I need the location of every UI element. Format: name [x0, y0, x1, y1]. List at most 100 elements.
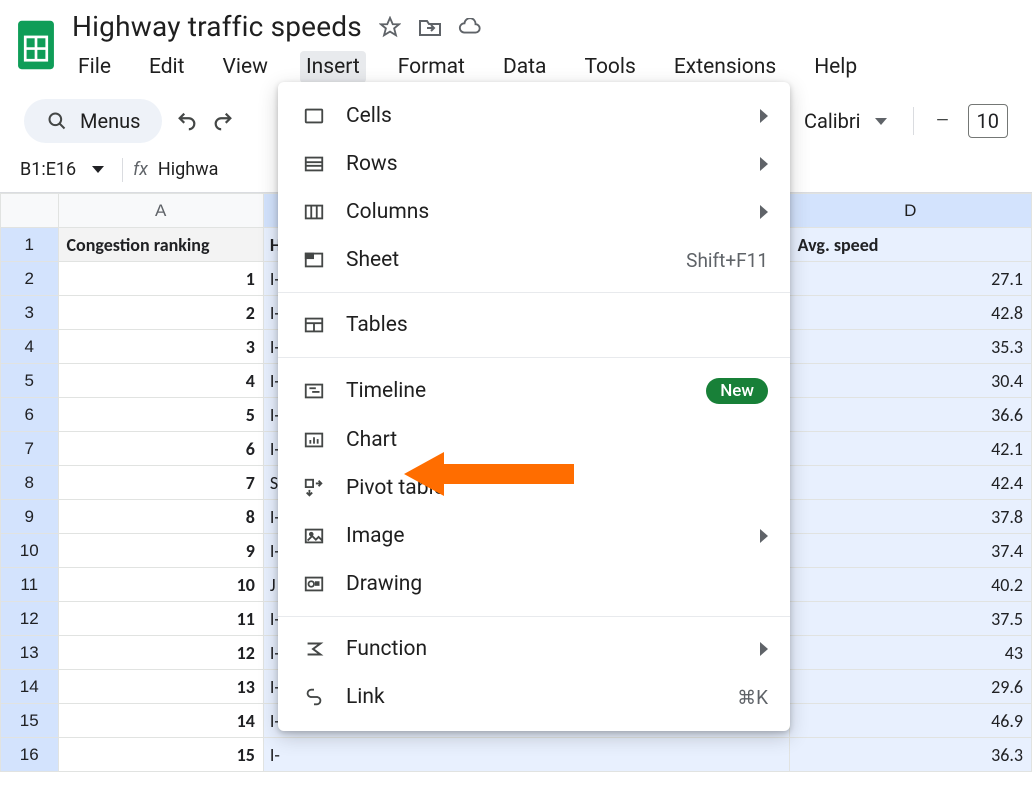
cell[interactable]: 35.3: [789, 330, 1031, 364]
row-header[interactable]: 1: [1, 228, 59, 262]
cell[interactable]: 40.2: [789, 568, 1031, 602]
cell[interactable]: 1: [58, 262, 263, 296]
cell[interactable]: 9: [58, 534, 263, 568]
cell[interactable]: 14: [58, 704, 263, 738]
row-header[interactable]: 12: [1, 602, 59, 636]
cell[interactable]: 43: [789, 636, 1031, 670]
cell[interactable]: 42.8: [789, 296, 1031, 330]
cell[interactable]: I-: [263, 738, 789, 772]
new-badge: New: [706, 378, 768, 404]
menu-item-chart[interactable]: Chart: [278, 416, 790, 464]
doc-title[interactable]: Highway traffic speeds: [72, 10, 362, 43]
menu-item-timeline[interactable]: TimelineNew: [278, 366, 790, 416]
menu-shortcut: ⌘K: [737, 686, 768, 709]
cell[interactable]: Congestion ranking: [58, 228, 263, 262]
chevron-right-icon: [760, 157, 768, 171]
menu-format[interactable]: Format: [392, 51, 471, 83]
chart-icon: [300, 428, 328, 452]
redo-icon[interactable]: [212, 110, 234, 132]
cell[interactable]: 29.6: [789, 670, 1031, 704]
cell[interactable]: 13: [58, 670, 263, 704]
row-header[interactable]: 13: [1, 636, 59, 670]
menu-help[interactable]: Help: [808, 51, 863, 83]
star-icon[interactable]: [378, 15, 402, 39]
cell[interactable]: 7: [58, 466, 263, 500]
menu-item-tables[interactable]: Tables: [278, 301, 790, 349]
cloud-status-icon[interactable]: [458, 15, 482, 39]
cell[interactable]: 27.1: [789, 262, 1031, 296]
menus-search[interactable]: Menus: [24, 99, 162, 143]
row-header[interactable]: 16: [1, 738, 59, 772]
cell[interactable]: 42.1: [789, 432, 1031, 466]
menu-tools[interactable]: Tools: [578, 51, 641, 83]
menu-item-image[interactable]: Image: [278, 512, 790, 560]
menu-divider: [278, 616, 790, 617]
menu-item-sheet[interactable]: SheetShift+F11: [278, 236, 790, 284]
menu-edit[interactable]: Edit: [143, 51, 191, 83]
formula-bar-content[interactable]: Highwa: [158, 159, 219, 180]
row-header[interactable]: 5: [1, 364, 59, 398]
row-header[interactable]: 7: [1, 432, 59, 466]
font-family-select[interactable]: Calibri: [796, 105, 895, 137]
menu-item-drawing[interactable]: Drawing: [278, 560, 790, 608]
cell[interactable]: 36.6: [789, 398, 1031, 432]
columns-icon: [300, 200, 328, 224]
menu-item-rows[interactable]: Rows: [278, 140, 790, 188]
cell[interactable]: 46.9: [789, 704, 1031, 738]
menu-item-function[interactable]: Function: [278, 625, 790, 673]
row-header[interactable]: 8: [1, 466, 59, 500]
menu-insert[interactable]: Insert: [300, 51, 366, 83]
cell[interactable]: 6: [58, 432, 263, 466]
row-header[interactable]: 10: [1, 534, 59, 568]
row-header[interactable]: 3: [1, 296, 59, 330]
cell[interactable]: 36.3: [789, 738, 1031, 772]
font-size-input[interactable]: 10: [968, 104, 1008, 138]
row-header[interactable]: 4: [1, 330, 59, 364]
menu-divider: [278, 357, 790, 358]
row-header[interactable]: 14: [1, 670, 59, 704]
menu-data[interactable]: Data: [497, 51, 553, 83]
cell[interactable]: 30.4: [789, 364, 1031, 398]
cell[interactable]: 12: [58, 636, 263, 670]
menu-item-link[interactable]: Link⌘K: [278, 673, 790, 721]
row-header[interactable]: 11: [1, 568, 59, 602]
pivot-icon: [300, 476, 328, 500]
sheets-logo[interactable]: [14, 16, 58, 74]
col-header-A[interactable]: A: [58, 194, 263, 228]
menu-item-label: Tables: [346, 313, 768, 337]
menu-item-cells[interactable]: Cells: [278, 92, 790, 140]
row-header[interactable]: 9: [1, 500, 59, 534]
cell[interactable]: 4: [58, 364, 263, 398]
row-header[interactable]: 15: [1, 704, 59, 738]
menu-extensions[interactable]: Extensions: [668, 51, 782, 83]
cell[interactable]: 2: [58, 296, 263, 330]
name-box[interactable]: B1:E16: [12, 157, 112, 182]
cell[interactable]: 8: [58, 500, 263, 534]
cell[interactable]: 42.4: [789, 466, 1031, 500]
move-folder-icon[interactable]: [418, 15, 442, 39]
cell[interactable]: 10: [58, 568, 263, 602]
toolbar-separator: [913, 107, 914, 135]
cell[interactable]: 37.8: [789, 500, 1031, 534]
row-header[interactable]: 6: [1, 398, 59, 432]
select-all-corner[interactable]: [1, 194, 59, 228]
drawing-icon: [300, 572, 328, 596]
cell[interactable]: 3: [58, 330, 263, 364]
cell[interactable]: 37.5: [789, 602, 1031, 636]
cell[interactable]: 37.4: [789, 534, 1031, 568]
cell[interactable]: Avg. speed: [789, 228, 1031, 262]
cell[interactable]: 11: [58, 602, 263, 636]
cell[interactable]: 15: [58, 738, 263, 772]
menu-file[interactable]: File: [72, 51, 117, 83]
decrease-fontsize-button[interactable]: −: [932, 110, 954, 132]
undo-icon[interactable]: [176, 110, 198, 132]
menu-item-label: Link: [346, 685, 737, 709]
menu-item-pivot-table[interactable]: Pivot table: [278, 464, 790, 512]
menu-view[interactable]: View: [217, 51, 274, 83]
menu-item-columns[interactable]: Columns: [278, 188, 790, 236]
menu-item-label: Columns: [346, 200, 750, 224]
col-header-D[interactable]: D: [789, 194, 1031, 228]
row-header[interactable]: 2: [1, 262, 59, 296]
chevron-right-icon: [760, 529, 768, 543]
cell[interactable]: 5: [58, 398, 263, 432]
